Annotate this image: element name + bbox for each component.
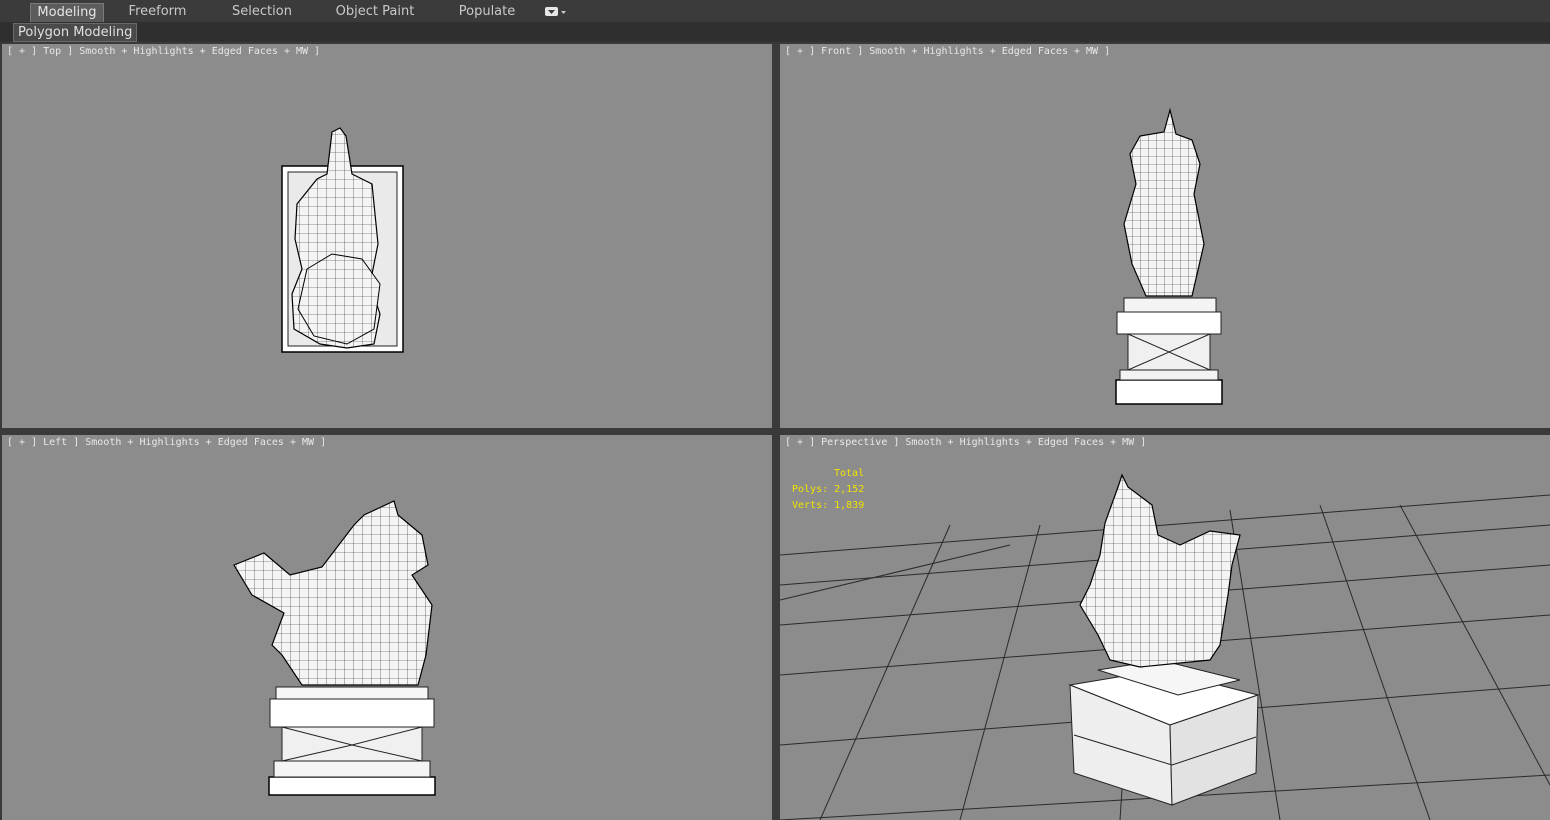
- viewport-front[interactable]: [ + ] Front ] Smooth + Highlights + Edge…: [780, 44, 1550, 428]
- viewport-left[interactable]: [ + ] Left ] Smooth + Highlights + Edged…: [2, 435, 772, 820]
- tab-selection[interactable]: Selection: [222, 3, 302, 21]
- qilin-front-view: [1115, 107, 1223, 405]
- qilin-top-view: [281, 127, 404, 353]
- chevron-down-icon: [545, 7, 566, 16]
- viewport-perspective[interactable]: [ + ] Perspective ] Smooth + Highlights …: [780, 435, 1550, 820]
- qilin-left-view: [233, 500, 436, 796]
- viewport-top[interactable]: [ + ] Top ] Smooth + Highlights + Edged …: [2, 44, 772, 428]
- perspective-scene: [780, 473, 1550, 820]
- ribbon-bar: Modeling Freeform Selection Object Paint…: [0, 0, 1550, 23]
- tab-freeform[interactable]: Freeform: [120, 3, 195, 21]
- subribbon-bar: Polygon Modeling: [0, 22, 1550, 42]
- tab-populate[interactable]: Populate: [452, 3, 522, 21]
- tab-object-paint[interactable]: Object Paint: [330, 3, 420, 21]
- ribbon-options-dropdown[interactable]: [544, 6, 568, 18]
- polygon-modeling-panel[interactable]: Polygon Modeling: [13, 23, 138, 42]
- tab-modeling[interactable]: Modeling: [30, 3, 104, 22]
